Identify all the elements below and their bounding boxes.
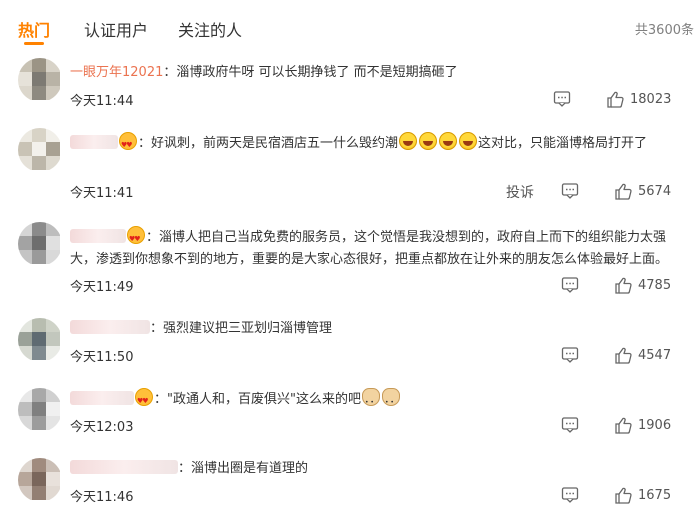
emoji-laugh-cry-icon (419, 132, 438, 150)
comment-content: ：好讽刺，前两天是民宿酒店五一什么毁约潮 (138, 136, 399, 151)
emoji-laugh-cry-icon (399, 132, 418, 150)
thumb-up-icon (615, 347, 632, 364)
comment-content: ：淄博人把自己当成免费的服务员，这个觉悟是我没想到的，政府自上而下的组织能力太强… (70, 230, 669, 267)
tab-hot[interactable]: 热门 (18, 17, 50, 41)
comment-content: ："政通人和，百废俱兴"这么来的吧 (154, 392, 361, 407)
emoji-heart-eyes-icon (135, 388, 153, 412)
comment-content: ：强烈建议把三亚划归淄博管理 (150, 321, 333, 336)
thumb-up-icon (615, 417, 632, 434)
comment-time: 今天11:44 (70, 94, 134, 109)
comment-time: 今天11:46 (70, 490, 134, 505)
comment-text: ：好讽刺，前两天是民宿酒店五一什么毁约潮 这对比，只能淄博格局打开了 (70, 132, 680, 156)
comment-total-count: 共3600条 (634, 23, 694, 38)
comment-text: ：强烈建议把三亚划归淄博管理 (70, 318, 680, 340)
reply-button[interactable] (561, 486, 579, 504)
like-button[interactable]: 4547 (614, 346, 671, 364)
comment-username[interactable] (70, 460, 178, 474)
comment-icon (553, 91, 571, 107)
avatar[interactable] (18, 222, 62, 266)
comment-time: 今天11:50 (70, 350, 134, 365)
avatar[interactable] (18, 58, 62, 102)
avatar[interactable] (18, 388, 62, 432)
comment-username[interactable]: 一眼万年12021 (70, 65, 163, 80)
like-count: 18023 (630, 91, 672, 107)
thumb-up-icon (607, 91, 624, 108)
reply-button[interactable] (561, 182, 579, 200)
active-tab-indicator (24, 42, 44, 45)
comment-time: 今天11:49 (70, 280, 134, 295)
comment-time: 今天12:03 (70, 420, 134, 435)
avatar[interactable] (18, 128, 62, 172)
report-button[interactable]: 投诉 (506, 182, 534, 202)
tab-following[interactable]: 关注的人 (178, 17, 242, 41)
thumb-up-icon (615, 277, 632, 294)
like-count: 4785 (638, 277, 672, 293)
like-button[interactable]: 1906 (614, 416, 671, 434)
comment-username[interactable] (70, 320, 150, 334)
thumb-up-icon (615, 183, 632, 200)
comment-text: ：淄博出圈是有道理的 (70, 458, 680, 480)
like-count: 1906 (638, 417, 672, 433)
reply-button[interactable] (561, 416, 579, 434)
tab-verified-users[interactable]: 认证用户 (84, 17, 148, 41)
comment-tabs: 热门 认证用户 关注的人 共3600条 (0, 0, 700, 56)
comment-text: ："政通人和，百废俱兴"这么来的吧 (70, 388, 680, 414)
avatar[interactable] (18, 318, 62, 362)
thumb-up-icon (615, 487, 632, 504)
comment-icon (561, 347, 579, 363)
emoji-heart-eyes-icon (127, 226, 145, 250)
like-button[interactable]: 18023 (606, 90, 671, 108)
comment-icon (561, 183, 579, 199)
emoji-laugh-cry-icon (459, 132, 478, 150)
reply-button[interactable] (561, 346, 579, 364)
like-count: 1675 (638, 487, 672, 503)
avatar[interactable] (18, 458, 62, 502)
like-button[interactable]: 4785 (614, 276, 671, 294)
comment-content: ：淄博政府牛呀 可以长期挣钱了 而不是短期搞砸了 (163, 65, 458, 80)
comment-username[interactable] (70, 135, 118, 149)
comment-icon (561, 277, 579, 293)
like-button[interactable]: 5674 (614, 182, 671, 200)
reply-button[interactable] (553, 90, 571, 108)
like-button[interactable]: 1675 (614, 486, 671, 504)
reply-button[interactable] (561, 276, 579, 294)
comment-icon (561, 417, 579, 433)
comment-username[interactable] (70, 391, 134, 405)
emoji-laugh-cry-icon (439, 132, 458, 150)
comment-icon (561, 487, 579, 503)
emoji-doge-icon (361, 388, 380, 414)
emoji-heart-eyes-icon (119, 132, 137, 156)
comment-text: 一眼万年12021：淄博政府牛呀 可以长期挣钱了 而不是短期搞砸了 (70, 62, 680, 84)
comment-time: 今天11:41 (70, 186, 134, 201)
like-count: 4547 (638, 347, 672, 363)
like-count: 5674 (638, 183, 672, 199)
comment-content-tail: 这对比，只能淄博格局打开了 (478, 136, 648, 151)
comment-text: ：淄博人把自己当成免费的服务员，这个觉悟是我没想到的，政府自上而下的组织能力太强… (70, 226, 680, 271)
comment-content: ：淄博出圈是有道理的 (178, 461, 309, 476)
emoji-doge-icon (381, 388, 400, 414)
comment-username[interactable] (70, 229, 126, 243)
